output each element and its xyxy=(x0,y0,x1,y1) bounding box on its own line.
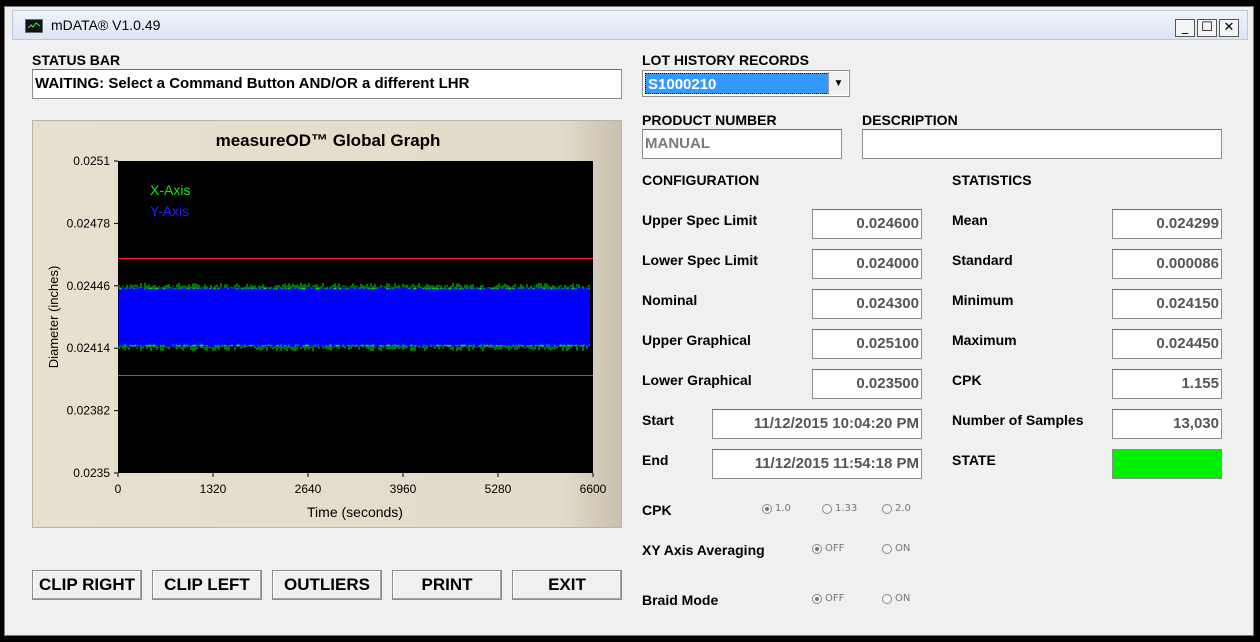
radio-icon xyxy=(882,543,892,554)
radio-icon xyxy=(822,503,832,514)
y-tick-label: 0.02478 xyxy=(67,216,111,230)
braid-mode-on-radio[interactable]: ON xyxy=(882,593,910,604)
statistics-heading: STATISTICS xyxy=(952,172,1032,188)
legend-x-axis: X-Axis xyxy=(150,182,190,198)
y-axis-series-trace xyxy=(118,286,590,348)
y-axis-label: Diameter (inches) xyxy=(46,266,61,369)
print-button[interactable]: PRINT xyxy=(392,570,502,600)
y-tick-label: 0.02446 xyxy=(67,279,111,293)
app-icon xyxy=(25,19,43,33)
start-label: Start xyxy=(642,412,674,428)
lot-history-label: LOT HISTORY RECORDS xyxy=(642,52,809,68)
start-field[interactable]: 11/12/2015 10:04:20 PM xyxy=(712,409,922,439)
nominal-field[interactable]: 0.024300 xyxy=(812,289,922,319)
maximum-field: 0.024450 xyxy=(1112,329,1222,359)
outliers-button[interactable]: OUTLIERS xyxy=(272,570,382,600)
y-tick-label: 0.02382 xyxy=(67,404,111,418)
upper-spec-label: Upper Spec Limit xyxy=(642,212,758,228)
minimize-button[interactable]: _ xyxy=(1175,19,1195,37)
x-tick-label: 0 xyxy=(115,482,122,496)
global-graph: measureOD™ Global Graph Diameter (inches… xyxy=(46,131,607,520)
window-title: mDATA® V1.0.49 xyxy=(51,17,161,33)
global-graph-panel: measureOD™ Global Graph Diameter (inches… xyxy=(32,120,622,528)
xy-averaging-label: XY Axis Averaging xyxy=(642,542,765,558)
mean-label: Mean xyxy=(952,212,988,228)
cpk-option-label: CPK xyxy=(642,502,672,518)
radio-selected-icon xyxy=(812,593,822,604)
x-tick-label: 3960 xyxy=(390,482,417,496)
cpk-stat-label: CPK xyxy=(952,372,982,388)
minimum-label: Minimum xyxy=(952,292,1014,308)
y-tick-label: 0.0235 xyxy=(73,466,110,480)
status-bar-label: STATUS BAR xyxy=(32,52,121,68)
x-tick-label: 1320 xyxy=(200,482,227,496)
x-tick-label: 2640 xyxy=(295,482,322,496)
legend-y-axis: Y-Axis xyxy=(150,203,189,219)
braid-mode-label: Braid Mode xyxy=(642,592,719,608)
samples-label: Number of Samples xyxy=(952,412,1084,428)
samples-field: 13,030 xyxy=(1112,409,1222,439)
clip-left-button[interactable]: CLIP LEFT xyxy=(152,570,262,600)
braid-mode-off-radio[interactable]: OFF xyxy=(812,593,844,604)
y-tick-label: 0.02414 xyxy=(67,341,111,355)
lower-spec-field[interactable]: 0.024000 xyxy=(812,249,922,279)
state-indicator xyxy=(1112,449,1222,479)
end-field[interactable]: 11/12/2015 11:54:18 PM xyxy=(712,449,922,479)
chart-title: measureOD™ Global Graph xyxy=(216,131,441,150)
chevron-down-icon[interactable]: ▼ xyxy=(828,72,848,95)
x-axis-label: Time (seconds) xyxy=(307,504,403,520)
lower-graphical-field[interactable]: 0.023500 xyxy=(812,369,922,399)
description-field[interactable] xyxy=(862,129,1222,159)
state-label: STATE xyxy=(952,452,996,468)
mean-field: 0.024299 xyxy=(1112,209,1222,239)
title-bar: mDATA® V1.0.49 _ ☐ ✕ xyxy=(12,10,1248,40)
nominal-label: Nominal xyxy=(642,292,698,308)
lot-history-selected: S1000210 xyxy=(645,73,829,94)
upper-spec-field[interactable]: 0.024600 xyxy=(812,209,922,239)
xy-averaging-off-radio[interactable]: OFF xyxy=(812,543,844,554)
x-tick-label: 5280 xyxy=(485,482,512,496)
standard-field: 0.000086 xyxy=(1112,249,1222,279)
standard-label: Standard xyxy=(952,252,1013,268)
cpk-stat-field: 1.155 xyxy=(1112,369,1222,399)
product-number-label: PRODUCT NUMBER xyxy=(642,112,777,128)
lower-graphical-label: Lower Graphical xyxy=(642,372,752,388)
cpk-radio-1-33[interactable]: 1.33 xyxy=(822,503,857,514)
configuration-heading: CONFIGURATION xyxy=(642,172,760,188)
product-number-field[interactable]: MANUAL xyxy=(642,129,842,159)
y-tick-label: 0.0251 xyxy=(73,154,110,168)
cpk-radio-1-0[interactable]: 1.0 xyxy=(762,503,791,514)
close-button[interactable]: ✕ xyxy=(1219,19,1239,37)
maximum-label: Maximum xyxy=(952,332,1017,348)
radio-icon xyxy=(882,503,892,514)
radio-icon xyxy=(882,593,892,604)
radio-selected-icon xyxy=(812,543,822,554)
upper-graphical-label: Upper Graphical xyxy=(642,332,751,348)
radio-selected-icon xyxy=(762,503,772,514)
cpk-radio-2-0[interactable]: 2.0 xyxy=(882,503,911,514)
lower-spec-label: Lower Spec Limit xyxy=(642,252,758,268)
description-label: DESCRIPTION xyxy=(862,112,958,128)
x-tick-label: 6600 xyxy=(580,482,607,496)
clip-right-button[interactable]: CLIP RIGHT xyxy=(32,570,142,600)
exit-button[interactable]: EXIT xyxy=(512,570,622,600)
status-bar-field: WAITING: Select a Command Button AND/OR … xyxy=(32,69,622,99)
maximize-button[interactable]: ☐ xyxy=(1197,19,1217,37)
minimum-field: 0.024150 xyxy=(1112,289,1222,319)
upper-graphical-field[interactable]: 0.025100 xyxy=(812,329,922,359)
lot-history-dropdown[interactable]: S1000210 ▼ xyxy=(642,70,850,97)
xy-averaging-on-radio[interactable]: ON xyxy=(882,543,910,554)
end-label: End xyxy=(642,452,669,468)
